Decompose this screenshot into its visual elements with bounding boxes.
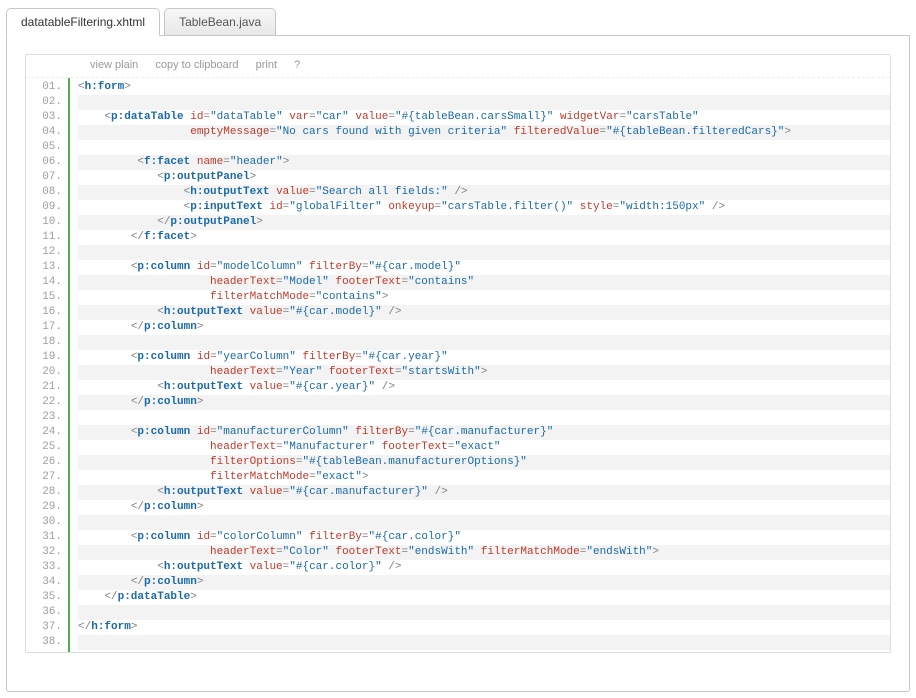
line-number: 37.	[26, 620, 62, 635]
code-line: <h:outputText value="#{car.year}" />	[78, 380, 890, 395]
tab-java[interactable]: TableBean.java	[164, 8, 276, 36]
line-number: 36.	[26, 605, 62, 620]
line-number: 01.	[26, 80, 62, 95]
code-line: <p:column id="yearColumn" filterBy="#{ca…	[78, 350, 890, 365]
line-number: 31.	[26, 530, 62, 545]
line-number: 15.	[26, 290, 62, 305]
code-line: </p:column>	[78, 500, 890, 515]
line-number: 03.	[26, 110, 62, 125]
toolbar-help[interactable]: ?	[294, 59, 300, 71]
code-line: <h:outputText value="#{car.color}" />	[78, 560, 890, 575]
code-line: </h:form>	[78, 620, 890, 635]
code-line: headerText="Color" footerText="endsWith"…	[78, 545, 890, 560]
line-number: 34.	[26, 575, 62, 590]
code-line: headerText="Manufacturer" footerText="ex…	[78, 440, 890, 455]
line-number: 20.	[26, 365, 62, 380]
code-box: view plain copy to clipboard print ? 01.…	[25, 54, 891, 653]
code-line: headerText="Year" footerText="startsWith…	[78, 365, 890, 380]
code-line	[78, 95, 890, 110]
code-line: <p:column id="modelColumn" filterBy="#{c…	[78, 260, 890, 275]
line-number: 30.	[26, 515, 62, 530]
code-line: </p:column>	[78, 575, 890, 590]
line-number: 24.	[26, 425, 62, 440]
line-number: 14.	[26, 275, 62, 290]
code-line: <h:form>	[78, 80, 890, 95]
line-number: 18.	[26, 335, 62, 350]
line-number: 10.	[26, 215, 62, 230]
toolbar-print[interactable]: print	[256, 59, 277, 71]
tab-xhtml[interactable]: datatableFiltering.xhtml	[6, 8, 160, 36]
line-number: 02.	[26, 95, 62, 110]
line-number: 21.	[26, 380, 62, 395]
code-line: <h:outputText value="#{car.manufacturer}…	[78, 485, 890, 500]
tab-bar: datatableFiltering.xhtml TableBean.java	[6, 6, 910, 36]
line-number: 38.	[26, 635, 62, 650]
code-line: <h:outputText value="#{car.model}" />	[78, 305, 890, 320]
code-line: </p:column>	[78, 395, 890, 410]
code-line	[78, 515, 890, 530]
code-content[interactable]: <h:form> <p:dataTable id="dataTable" var…	[70, 78, 890, 652]
code-line	[78, 335, 890, 350]
code-toolbar: view plain copy to clipboard print ?	[26, 55, 890, 77]
line-number: 23.	[26, 410, 62, 425]
code-line: <p:outputPanel>	[78, 170, 890, 185]
line-number: 12.	[26, 245, 62, 260]
line-number: 17.	[26, 320, 62, 335]
line-number: 11.	[26, 230, 62, 245]
toolbar-copy[interactable]: copy to clipboard	[155, 59, 238, 71]
line-number: 04.	[26, 125, 62, 140]
code-line	[78, 140, 890, 155]
code-line	[78, 605, 890, 620]
horizontal-scrollbar[interactable]	[25, 657, 891, 673]
code-line	[78, 410, 890, 425]
line-number: 25.	[26, 440, 62, 455]
code-line: headerText="Model" footerText="contains"	[78, 275, 890, 290]
line-number: 26.	[26, 455, 62, 470]
code-line: <p:column id="manufacturerColumn" filter…	[78, 425, 890, 440]
toolbar-view-plain[interactable]: view plain	[90, 59, 138, 71]
line-number: 16.	[26, 305, 62, 320]
code-line: </f:facet>	[78, 230, 890, 245]
line-number: 05.	[26, 140, 62, 155]
line-number: 33.	[26, 560, 62, 575]
line-number: 08.	[26, 185, 62, 200]
code-line: filterMatchMode="contains">	[78, 290, 890, 305]
tab-panel: view plain copy to clipboard print ? 01.…	[6, 36, 910, 692]
line-number: 19.	[26, 350, 62, 365]
code-line: filterMatchMode="exact">	[78, 470, 890, 485]
code-line: </p:outputPanel>	[78, 215, 890, 230]
line-number: 06.	[26, 155, 62, 170]
line-number: 07.	[26, 170, 62, 185]
code-line	[78, 635, 890, 650]
line-number: 28.	[26, 485, 62, 500]
line-number: 27.	[26, 470, 62, 485]
code-line: emptyMessage="No cars found with given c…	[78, 125, 890, 140]
line-number: 09.	[26, 200, 62, 215]
code-line: <h:outputText value="Search all fields:"…	[78, 185, 890, 200]
code-line: </p:dataTable>	[78, 590, 890, 605]
line-number: 32.	[26, 545, 62, 560]
code-line	[78, 245, 890, 260]
line-number: 22.	[26, 395, 62, 410]
code-line: <p:column id="colorColumn" filterBy="#{c…	[78, 530, 890, 545]
line-number: 35.	[26, 590, 62, 605]
code-line: <f:facet name="header">	[78, 155, 890, 170]
line-number: 29.	[26, 500, 62, 515]
line-gutter: 01.02.03.04.05.06.07.08.09.10.11.12.13.1…	[26, 78, 70, 652]
line-number: 13.	[26, 260, 62, 275]
code-line: <p:dataTable id="dataTable" var="car" va…	[78, 110, 890, 125]
code-line: <p:inputText id="globalFilter" onkeyup="…	[78, 200, 890, 215]
code-line: filterOptions="#{tableBean.manufacturerO…	[78, 455, 890, 470]
code-line: </p:column>	[78, 320, 890, 335]
